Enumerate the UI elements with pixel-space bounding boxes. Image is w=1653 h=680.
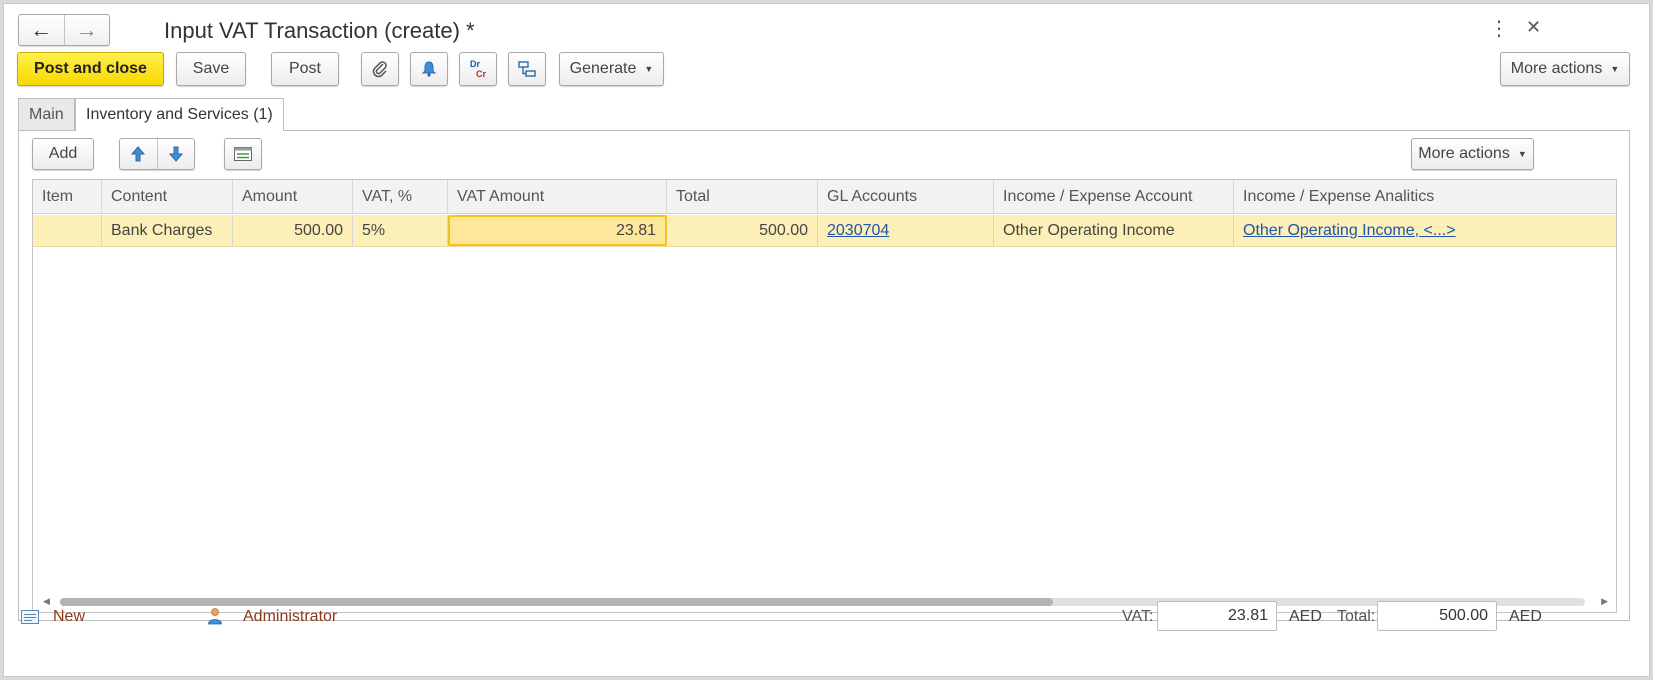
tab-main[interactable]: Main (18, 98, 75, 130)
bell-icon (421, 61, 437, 77)
document-structure-button[interactable] (508, 52, 546, 86)
cell-content[interactable]: Bank Charges (102, 215, 233, 246)
cr-label: Cr (475, 69, 486, 79)
document-structure-icon (518, 61, 536, 77)
arrow-down-icon[interactable] (158, 139, 195, 169)
pick-from-list-icon (234, 147, 252, 161)
cell-vat-rate[interactable]: 5% (353, 215, 448, 246)
tab-panel: Add More actions ▼ Item Content Amount V… (18, 130, 1630, 621)
scroll-left-icon[interactable]: ◀ (43, 596, 50, 607)
reminder-button[interactable] (410, 52, 448, 86)
cell-income-expense-analytics[interactable]: Other Operating Income, <...> (1234, 215, 1616, 246)
grand-total-field[interactable]: 500.00 (1377, 601, 1497, 631)
horizontal-scrollbar[interactable]: ◀ ▶ (43, 596, 1608, 608)
cell-amount[interactable]: 500.00 (233, 215, 353, 246)
column-header-income-expense-account[interactable]: Income / Expense Account (994, 180, 1234, 213)
arrow-right-icon[interactable]: → (63, 15, 110, 45)
gl-account-link[interactable]: 2030704 (827, 222, 889, 240)
table-row[interactable]: Bank Charges 500.00 5% 23.81 500.00 2030… (33, 215, 1616, 247)
paperclip-icon (372, 61, 387, 78)
column-header-item[interactable]: Item (33, 180, 102, 213)
cell-item[interactable] (33, 215, 102, 246)
document-status: New (53, 608, 86, 625)
document-window: ← → Input VAT Transaction (create) * ⋮ ✕… (3, 3, 1650, 677)
dr-label: Dr (469, 59, 480, 69)
vat-currency: AED (1289, 608, 1322, 625)
caret-down-icon: ▼ (1517, 149, 1527, 159)
caret-down-icon: ▼ (644, 64, 654, 74)
post-and-close-button[interactable]: Post and close (17, 52, 164, 86)
inventory-services-table: Item Content Amount VAT, % VAT Amount To… (32, 179, 1617, 613)
move-buttons-group (119, 138, 195, 170)
grand-total-label: Total: (1337, 608, 1376, 625)
cell-vat-amount[interactable]: 23.81 (448, 215, 667, 246)
scroll-right-icon[interactable]: ▶ (1601, 596, 1608, 607)
tab-inventory-and-services[interactable]: Inventory and Services (1) (75, 98, 284, 131)
cell-income-expense-account[interactable]: Other Operating Income (994, 215, 1234, 246)
column-header-income-expense-analytics[interactable]: Income / Expense Analitics (1234, 180, 1616, 213)
dr-cr-button[interactable]: Dr Cr (459, 52, 497, 86)
user-icon (207, 607, 223, 630)
column-header-vat-rate[interactable]: VAT, % (353, 180, 448, 213)
generate-label: Generate (569, 60, 637, 77)
pick-from-list-button[interactable] (224, 138, 262, 170)
more-actions-button[interactable]: More actions ▼ (1500, 52, 1630, 86)
column-header-vat-amount[interactable]: VAT Amount (448, 180, 667, 213)
kebab-menu-icon[interactable]: ⋮ (1489, 16, 1509, 41)
document-status-icon (20, 609, 40, 630)
generate-button[interactable]: Generate ▼ (559, 52, 664, 86)
arrow-left-icon[interactable]: ← (19, 15, 64, 45)
column-header-amount[interactable]: Amount (233, 180, 353, 213)
table-header: Item Content Amount VAT, % VAT Amount To… (33, 180, 1616, 214)
scrollbar-thumb[interactable] (60, 598, 1053, 606)
page-title: Input VAT Transaction (create) * (164, 18, 475, 43)
more-actions-label: More actions (1510, 60, 1603, 77)
document-author: Administrator (243, 608, 338, 625)
close-icon[interactable]: ✕ (1526, 17, 1541, 38)
cell-total[interactable]: 500.00 (667, 215, 818, 246)
arrow-up-icon[interactable] (120, 139, 158, 169)
post-button[interactable]: Post (271, 52, 339, 86)
caret-down-icon: ▼ (1610, 64, 1620, 74)
column-header-total[interactable]: Total (667, 180, 818, 213)
vat-total-label: VAT: (1122, 608, 1154, 625)
cell-gl-account[interactable]: 2030704 (818, 215, 994, 246)
column-header-gl-accounts[interactable]: GL Accounts (818, 180, 994, 213)
add-row-button[interactable]: Add (32, 138, 94, 170)
attach-button[interactable] (361, 52, 399, 86)
vat-total-field[interactable]: 23.81 (1157, 601, 1277, 631)
table-more-actions-button[interactable]: More actions ▼ (1411, 138, 1534, 170)
income-expense-analytics-link[interactable]: Other Operating Income, <...> (1243, 222, 1456, 240)
navigation-buttons: ← → (18, 14, 110, 46)
more-actions-label: More actions (1418, 145, 1510, 162)
save-button[interactable]: Save (176, 52, 246, 86)
column-header-content[interactable]: Content (102, 180, 233, 213)
total-currency: AED (1509, 608, 1542, 625)
